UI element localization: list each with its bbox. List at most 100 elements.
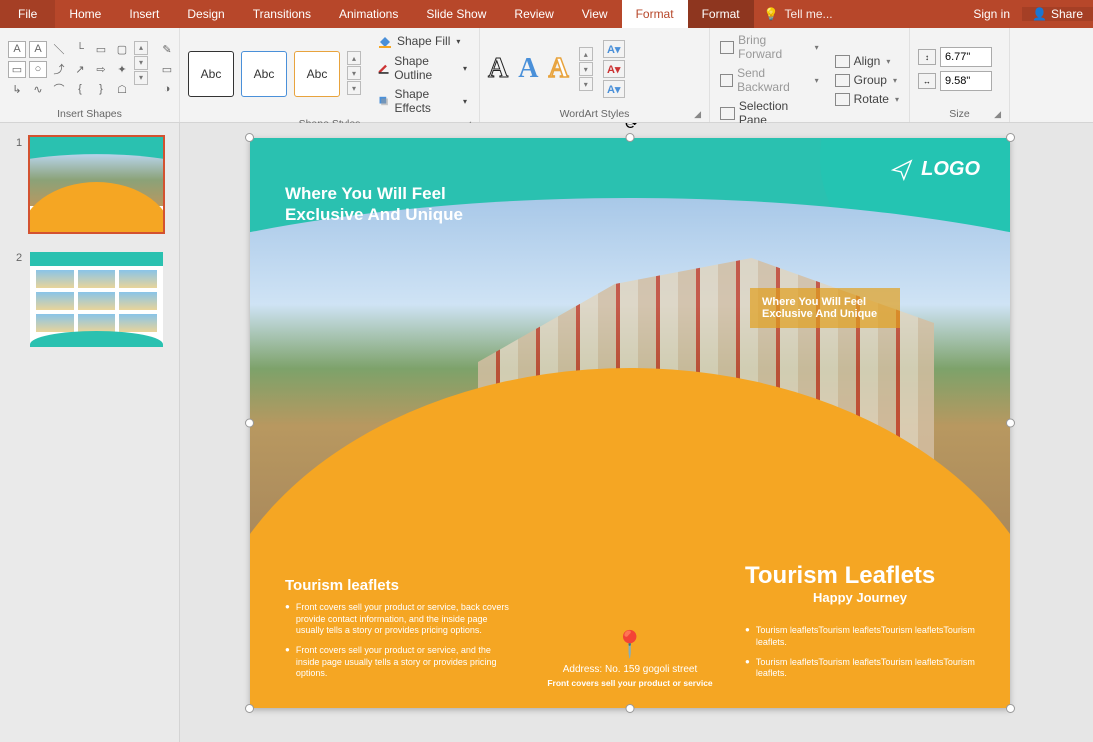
text-outline-button[interactable]: A▾ (603, 60, 625, 78)
wordart-gallery[interactable]: A A A ▴▾▾ (488, 47, 593, 91)
menu-home[interactable]: Home (55, 0, 115, 28)
slide-col-right: Tourism Leaflets Happy Journey Tourism l… (745, 562, 975, 688)
send-backward-button[interactable]: Send Backward▾ (718, 65, 821, 95)
shape-fill-button[interactable]: Shape Fill▾ (373, 32, 471, 50)
shape-style-3[interactable]: Abc (294, 51, 340, 97)
slide-canvas[interactable]: ⟳ LOGO Where You Will Feel Exclusive And… (180, 123, 1093, 742)
menu-insert[interactable]: Insert (115, 0, 173, 28)
menu-slideshow[interactable]: Slide Show (412, 0, 500, 28)
wordart-style-3[interactable]: A (548, 53, 568, 85)
ribbon: A ▭ ↳ A ○ ∿ ＼ ⤴ ⌒ └ ↗ { (0, 28, 1093, 123)
shape-height-input[interactable] (940, 47, 992, 67)
shape-arrow-icon[interactable]: ⤴ (50, 61, 68, 78)
menu-design[interactable]: Design (173, 0, 238, 28)
shape-style-2[interactable]: Abc (241, 51, 287, 97)
shape-rect-icon[interactable]: ▭ (8, 61, 26, 78)
shape-brace-l-icon[interactable]: { (71, 81, 89, 98)
tagline-text: Front covers sell your product or servic… (547, 678, 712, 688)
shape-arrow3-icon[interactable]: ⇨ (92, 61, 110, 78)
paper-plane-icon (891, 159, 913, 181)
shape-roundrect-icon[interactable]: ▢ (113, 41, 131, 58)
selection-pane-icon (720, 107, 735, 120)
shape-arrow2-icon[interactable]: ↗ (71, 61, 89, 78)
shape-effects-label: Shape Effects (394, 87, 457, 115)
resize-handle-sw[interactable] (245, 704, 254, 713)
menu-transitions[interactable]: Transitions (239, 0, 325, 28)
thumbnail-1-row[interactable]: 1 (16, 137, 163, 232)
resize-handle-s[interactable] (626, 704, 635, 713)
shapes-more[interactable]: ▴▾▾ (134, 41, 148, 98)
wordart-more[interactable]: ▴▾▾ (579, 47, 593, 91)
menu-format[interactable]: Format (622, 0, 688, 28)
text-fill-button[interactable]: A▾ (603, 40, 625, 58)
resize-handle-nw[interactable] (245, 133, 254, 142)
shape-connector-icon[interactable]: ↳ (8, 81, 26, 98)
textbox-icon[interactable]: ▭ (158, 61, 176, 78)
rotate-button[interactable]: Rotate▾ (833, 91, 901, 107)
shape-textbox2-icon[interactable]: A (29, 41, 47, 58)
shape-outline-label: Shape Outline (394, 54, 457, 82)
tell-me-search[interactable]: 💡 Tell me... (754, 7, 843, 21)
edit-shape-icon[interactable]: ✎ (158, 41, 176, 58)
shape-callout-icon[interactable]: ☖ (113, 81, 131, 98)
shape-style-more[interactable]: ▴▾▾ (347, 51, 361, 97)
wordart-style-1[interactable]: A (488, 53, 508, 85)
slide-logo: LOGO (891, 158, 980, 181)
right-bullet-1: Tourism leafletsTourism leafletsTourism … (745, 625, 975, 648)
dialog-launcher-icon[interactable]: ◢ (994, 109, 1001, 120)
group-wordart-styles: A A A ▴▾▾ A▾ A▾ A▾ WordArt Styles◢ (480, 28, 710, 122)
shape-arc-icon[interactable]: ⌒ (50, 81, 68, 98)
shape-textbox-icon[interactable]: A (8, 41, 26, 58)
menu-animations[interactable]: Animations (325, 0, 412, 28)
address-text: Address: No. 159 gogoli street (547, 664, 712, 675)
resize-handle-w[interactable] (245, 419, 254, 428)
thumbnail-2[interactable] (30, 252, 163, 347)
right-subtitle: Happy Journey (745, 590, 975, 605)
slide-thumbnails-panel[interactable]: 1 2 (0, 123, 180, 742)
share-button[interactable]: 👤 Share (1022, 7, 1093, 21)
slide-col-mid: 📍 Address: No. 159 gogoli street Front c… (547, 629, 712, 688)
menu-review[interactable]: Review (500, 0, 567, 28)
shape-width-input[interactable] (940, 71, 992, 91)
group-button[interactable]: Group▾ (833, 72, 901, 88)
resize-handle-ne[interactable] (1006, 133, 1015, 142)
group-icon (835, 74, 850, 87)
thumbnail-2-row[interactable]: 2 (16, 252, 163, 347)
bring-forward-button[interactable]: Bring Forward▾ (718, 32, 821, 62)
shape-brace-r-icon[interactable]: } (92, 81, 110, 98)
shape-line-icon[interactable]: ＼ (50, 41, 68, 58)
resize-handle-e[interactable] (1006, 419, 1015, 428)
bucket-icon (377, 33, 393, 49)
thumbnail-1[interactable] (30, 137, 163, 232)
slide-1[interactable]: LOGO Where You Will Feel Exclusive And U… (250, 138, 1010, 708)
shape-rect2-icon[interactable]: ▭ (92, 41, 110, 58)
menu-file[interactable]: File (0, 0, 55, 28)
wordart-style-2[interactable]: A (518, 53, 538, 85)
share-icon: 👤 (1032, 7, 1047, 21)
width-icon: ↔ (918, 73, 936, 89)
text-effects-button[interactable]: A▾ (603, 80, 625, 98)
menu-format-2[interactable]: Format (688, 0, 754, 28)
shape-effects-button[interactable]: Shape Effects▾ (373, 86, 471, 116)
group-label-wordart: WordArt Styles◢ (488, 106, 701, 120)
shape-curve-icon[interactable]: ∿ (29, 81, 47, 98)
shape-oval-icon[interactable]: ○ (29, 61, 47, 78)
resize-handle-n[interactable] (626, 133, 635, 142)
align-button[interactable]: Align▾ (833, 53, 901, 69)
shapes-gallery[interactable]: A ▭ ↳ A ○ ∿ ＼ ⤴ ⌒ └ ↗ { (8, 41, 148, 98)
sign-in-link[interactable]: Sign in (961, 7, 1022, 21)
shape-style-gallery[interactable]: Abc Abc Abc ▴▾▾ (188, 51, 361, 97)
rotation-handle[interactable]: ⟳ (624, 123, 636, 125)
shape-elbow-icon[interactable]: └ (71, 41, 89, 58)
menu-bar: File Home Insert Design Transitions Anim… (0, 0, 1093, 28)
shape-star-icon[interactable]: ✦ (113, 61, 131, 78)
thumbnail-number: 2 (16, 252, 24, 347)
resize-handle-se[interactable] (1006, 704, 1015, 713)
shape-style-1[interactable]: Abc (188, 51, 234, 97)
pen-icon (377, 60, 390, 76)
merge-shapes-icon[interactable]: ◑ (158, 81, 176, 98)
group-arrange: Bring Forward▾ Send Backward▾ Selection … (710, 28, 910, 122)
menu-view[interactable]: View (568, 0, 622, 28)
shape-outline-button[interactable]: Shape Outline▾ (373, 53, 471, 83)
dialog-launcher-icon[interactable]: ◢ (694, 109, 701, 120)
